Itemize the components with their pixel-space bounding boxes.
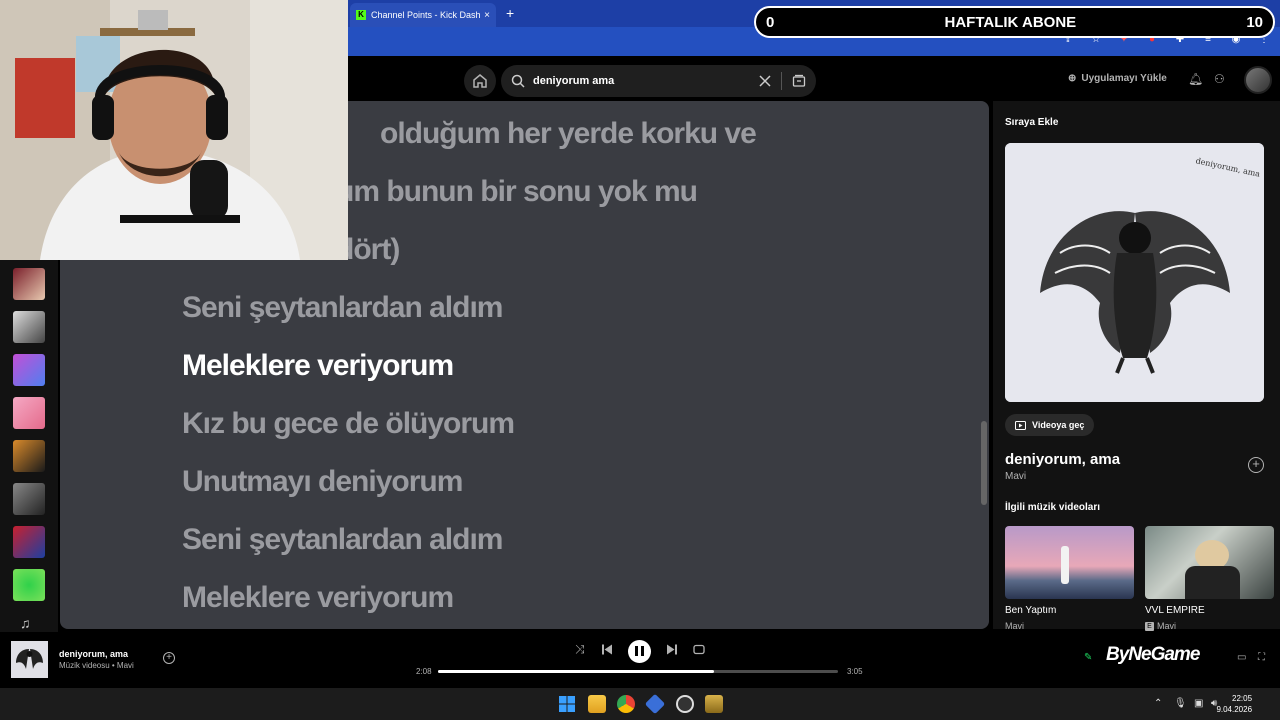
winged-figure-thumb xyxy=(11,641,48,678)
sub-goal-label: HAFTALIK ABONE xyxy=(944,13,1077,31)
now-playing-subtitle[interactable]: Müzik videosu • Mavi xyxy=(59,661,134,670)
related-video-title[interactable]: VVL EMPIRE xyxy=(1145,605,1205,616)
webcam-feed xyxy=(0,0,348,260)
related-video-artist[interactable]: Mavi xyxy=(1005,621,1024,631)
new-tab-button[interactable]: + xyxy=(506,5,514,21)
sub-current-count: 0 xyxy=(766,13,775,31)
add-to-library-button[interactable]: + xyxy=(163,652,175,664)
install-app-button[interactable]: ⊕ Uygulamayı Yükle xyxy=(1068,73,1167,84)
lyrics-mic-icon[interactable]: ✎ xyxy=(1084,652,1092,663)
lyric-line[interactable]: Meleklere veriyorum xyxy=(182,581,454,615)
sub-target-count: 10 xyxy=(1246,13,1263,31)
library-sidebar: ♫ xyxy=(0,260,58,632)
player-bar: deniyorum, ama Müzik videosu • Mavi + ⤨ … xyxy=(0,632,1280,688)
game-icon[interactable] xyxy=(705,695,723,713)
queue-title: Sıraya Ekle xyxy=(1005,117,1059,128)
playlist-thumb[interactable] xyxy=(13,397,45,429)
related-video-thumb[interactable] xyxy=(1145,526,1274,599)
lyric-line[interactable]: Kız bu gece de ölüyorum xyxy=(182,407,515,441)
tab-close-icon[interactable]: × xyxy=(484,10,490,21)
search-input[interactable]: deniyorum ama xyxy=(533,75,759,87)
lyric-line[interactable]: um bunun bir sonu yok mu xyxy=(336,175,698,209)
playlist-thumb[interactable] xyxy=(13,440,45,472)
file-explorer-icon[interactable] xyxy=(588,695,606,713)
shuffle-icon[interactable]: ⤨ xyxy=(575,642,585,657)
install-app-label: Uygulamayı Yükle xyxy=(1081,73,1167,84)
now-playing-title[interactable]: deniyorum, ama xyxy=(59,649,128,659)
lyric-line[interactable]: Unutmayı deniyorum xyxy=(182,465,463,499)
lyric-line[interactable]: olduğum her yerde korku ve xyxy=(380,117,757,151)
now-playing-cover[interactable] xyxy=(11,641,48,678)
related-video-thumb[interactable] xyxy=(1005,526,1134,599)
brand-text: ByNeGame xyxy=(1106,644,1200,665)
lyric-line[interactable]: Seni şeytanlardan aldım xyxy=(182,291,503,325)
fullscreen-icon[interactable]: ⛶ xyxy=(1258,652,1265,663)
elapsed-time: 2:08 xyxy=(416,667,432,676)
streamer-logo: ByNeGame xyxy=(1106,644,1200,666)
home-icon xyxy=(473,74,487,88)
windows-start-icon[interactable] xyxy=(558,695,576,713)
add-to-library-button[interactable]: + xyxy=(1248,457,1264,473)
search-divider xyxy=(781,72,782,90)
repeat-icon[interactable] xyxy=(693,644,705,655)
winged-figure-artwork xyxy=(1005,143,1264,402)
clock-time: 22:05 xyxy=(1232,694,1253,703)
previous-icon[interactable] xyxy=(602,644,613,655)
progress-bar[interactable] xyxy=(438,670,838,673)
clear-search-icon[interactable] xyxy=(759,75,771,87)
music-note-icon[interactable]: ♫ xyxy=(20,615,31,631)
webcam-overlay xyxy=(0,0,348,260)
search-icon xyxy=(511,74,525,88)
browse-icon[interactable] xyxy=(792,74,806,88)
avatar[interactable] xyxy=(1244,66,1272,94)
next-icon[interactable] xyxy=(666,644,677,655)
miniplayer-icon[interactable]: ▭ xyxy=(1237,652,1246,663)
screen: K Channel Points - Kick Dashboard × + ⇪ … xyxy=(0,0,1280,720)
obs-icon[interactable] xyxy=(676,695,694,713)
progress-fill xyxy=(438,670,714,673)
microphone-icon[interactable]: 🎙︎ xyxy=(1174,698,1187,709)
related-videos-title: İlgili müzik videoları xyxy=(1005,502,1101,513)
pause-icon xyxy=(635,646,644,656)
playlist-thumb[interactable] xyxy=(13,311,45,343)
song-title[interactable]: deniyorum, ama xyxy=(1005,451,1120,468)
video-icon xyxy=(1015,420,1026,430)
related-video-artist[interactable]: Mavi xyxy=(1157,621,1176,631)
lyrics-scrollbar[interactable] xyxy=(981,421,987,505)
kick-logo-icon: K xyxy=(356,10,366,20)
pause-button[interactable] xyxy=(628,640,651,663)
chrome-icon[interactable] xyxy=(617,695,635,713)
playlist-thumb[interactable] xyxy=(13,526,45,558)
playlist-thumb[interactable] xyxy=(13,569,45,601)
notifications-bell-icon[interactable]: 🔔︎ xyxy=(1188,72,1203,86)
download-icon: ⊕ xyxy=(1068,73,1077,84)
related-video-title[interactable]: Ben Yaptım xyxy=(1005,605,1056,616)
tab-title: Channel Points - Kick Dashboard xyxy=(371,10,481,20)
playlist-thumb[interactable] xyxy=(13,268,45,300)
app-icon[interactable] xyxy=(644,693,666,715)
search-bar[interactable]: deniyorum ama xyxy=(501,65,816,97)
switch-to-video-label: Videoya geç xyxy=(1032,420,1085,430)
song-artist[interactable]: Mavi xyxy=(1005,471,1026,482)
switch-to-video-button[interactable]: Videoya geç xyxy=(1005,414,1095,436)
app-header: deniyorum ama ⊕ Uygulamayı Yükle 🔔︎ ⚇ xyxy=(348,56,1280,102)
lyric-line-active[interactable]: Meleklere veriyorum xyxy=(182,349,454,383)
playlist-thumb[interactable] xyxy=(13,354,45,386)
lyric-line[interactable]: Seni şeytanlardan aldım xyxy=(182,523,503,557)
album-cover: deniyorum, ama xyxy=(1005,143,1264,402)
tray-chevron-icon[interactable]: ⌃ xyxy=(1154,698,1162,709)
clock-date: 9.04.2026 xyxy=(1216,705,1253,714)
system-clock[interactable]: 22:05 9.04.2026 xyxy=(1216,693,1253,715)
browser-tab[interactable]: K Channel Points - Kick Dashboard × xyxy=(350,3,496,27)
now-playing-panel: Sıraya Ekle deniyorum, ama Videoya geç d… xyxy=(993,101,1280,631)
home-button[interactable] xyxy=(464,65,496,97)
friend-activity-icon[interactable]: ⚇ xyxy=(1214,72,1225,86)
playlist-thumb[interactable] xyxy=(13,483,45,515)
sub-goal-overlay: 0 HAFTALIK ABONE 10 xyxy=(754,6,1275,38)
total-duration: 3:05 xyxy=(847,667,863,676)
windows-taskbar: ⌃ 🎙︎ ▣ 🔊︎ 22:05 9.04.2026 xyxy=(0,688,1280,720)
explicit-badge-icon: E xyxy=(1145,622,1154,631)
